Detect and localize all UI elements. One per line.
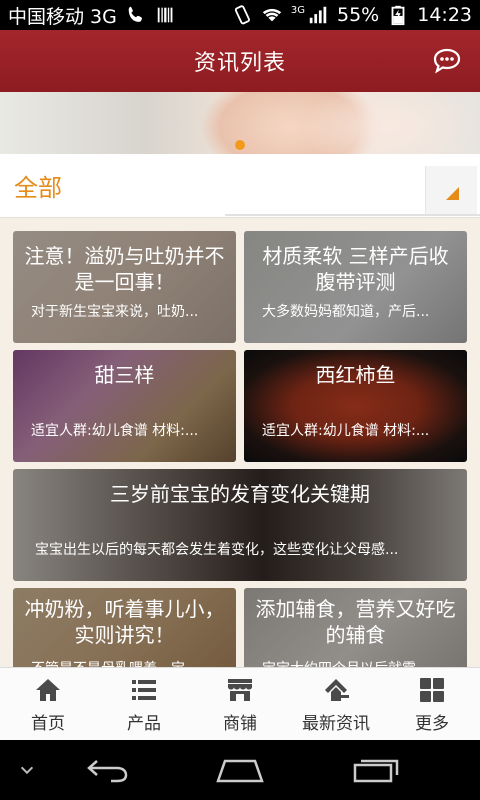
page-title: 资讯列表 xyxy=(193,51,286,76)
nav-stores[interactable]: 商铺 xyxy=(192,668,288,740)
article-summary: 适宜人群:幼儿食谱 材料:... xyxy=(31,423,199,439)
carrier-label: 中国移动 3G xyxy=(8,5,117,28)
article-summary: 宝宝出生以后的每天都会发生着变化，这些变化让父母感... xyxy=(35,542,399,558)
article-card[interactable]: 冲奶粉，听着事儿小，实则讲究！ 不管是不是母乳喂养，宝... xyxy=(13,588,236,667)
dropdown-arrow-icon xyxy=(446,187,459,200)
system-back-button[interactable] xyxy=(80,750,136,790)
clock: 14:23 xyxy=(417,4,472,26)
article-title: 冲奶粉，听着事儿小，实则讲究！ xyxy=(24,597,225,647)
grid-icon xyxy=(420,677,444,702)
wifi-icon xyxy=(261,4,283,26)
system-nav-bar xyxy=(0,740,480,800)
article-title: 西红柿鱼 xyxy=(315,363,396,387)
battery-percent: 55% xyxy=(337,4,380,26)
nav-label: 更多 xyxy=(415,713,449,734)
article-card[interactable]: 添加辅食，营养又好吃的辅食 宝宝大约四个月以后就需... xyxy=(244,588,467,667)
barcode-icon xyxy=(155,4,177,26)
article-card[interactable]: 注意！溢奶与吐奶并不是一回事！ 对于新生宝宝来说，吐奶... xyxy=(13,231,236,343)
article-list: 注意！溢奶与吐奶并不是一回事！ 对于新生宝宝来说，吐奶... 材质柔软 三样产后… xyxy=(0,219,480,667)
home-icon xyxy=(36,678,60,701)
article-summary: 大多数妈妈都知道，产后... xyxy=(262,304,430,320)
category-dropdown-button[interactable] xyxy=(425,166,477,214)
signal-icon xyxy=(307,4,329,26)
article-card[interactable]: 甜三样 适宜人群:幼儿食谱 材料:... xyxy=(13,350,236,462)
nav-label: 产品 xyxy=(127,713,161,734)
store-icon xyxy=(228,678,252,701)
nav-products[interactable]: 产品 xyxy=(96,668,192,740)
nav-news[interactable]: 最新资讯 xyxy=(288,668,384,740)
divider xyxy=(225,214,480,216)
battery-charging-icon xyxy=(387,4,409,26)
status-bar: 中国移动 3G 3G 55% 14:23 xyxy=(0,0,480,30)
back-icon xyxy=(87,760,128,783)
category-label[interactable]: 全部 xyxy=(14,168,62,203)
category-bar: 全部 xyxy=(0,154,480,218)
recents-icon xyxy=(353,759,399,783)
app-header: 资讯列表 xyxy=(0,30,480,92)
system-menu-button[interactable] xyxy=(12,750,42,790)
list-icon xyxy=(132,679,156,700)
bottom-nav: 首页 产品 商铺 最新资讯 更多 xyxy=(0,667,480,740)
article-title: 甜三样 xyxy=(94,363,155,387)
article-summary: 不管是不是母乳喂养，宝... xyxy=(31,658,224,667)
article-title: 注意！溢奶与吐奶并不是一回事！ xyxy=(24,244,225,294)
chevron-down-icon xyxy=(20,766,34,775)
vibrate-icon xyxy=(231,4,253,26)
news-icon xyxy=(325,678,349,701)
carousel-dot-active xyxy=(235,140,245,150)
system-home-button[interactable] xyxy=(212,750,268,790)
article-title: 材质柔软 三样产后收腹带评测 xyxy=(262,244,449,294)
article-card[interactable]: 三岁前宝宝的发育变化关键期 宝宝出生以后的每天都会发生着变化，这些变化让父母感.… xyxy=(13,469,467,581)
article-summary: 对于新生宝宝来说，吐奶... xyxy=(31,304,199,320)
nav-label: 商铺 xyxy=(223,713,257,734)
article-summary: 适宜人群:幼儿食谱 材料:... xyxy=(262,423,430,439)
article-card[interactable]: 西红柿鱼 适宜人群:幼儿食谱 材料:... xyxy=(244,350,467,462)
article-card[interactable]: 材质柔软 三样产后收腹带评测 大多数妈妈都知道，产后... xyxy=(244,231,467,343)
call-icon xyxy=(125,4,147,26)
article-title: 三岁前宝宝的发育变化关键期 xyxy=(110,482,370,506)
carousel-indicator xyxy=(0,138,480,152)
network-type-label: 3G xyxy=(290,4,305,16)
article-summary: 宝宝大约四个月以后就需... xyxy=(262,658,455,667)
nav-more[interactable]: 更多 xyxy=(384,668,480,740)
article-title: 添加辅食，营养又好吃的辅食 xyxy=(255,597,456,647)
nav-label: 首页 xyxy=(31,713,65,734)
system-recents-button[interactable] xyxy=(348,750,404,790)
nav-label: 最新资讯 xyxy=(302,713,370,734)
home-outline-icon xyxy=(216,759,264,783)
message-icon[interactable] xyxy=(432,46,462,76)
nav-home[interactable]: 首页 xyxy=(0,668,96,740)
